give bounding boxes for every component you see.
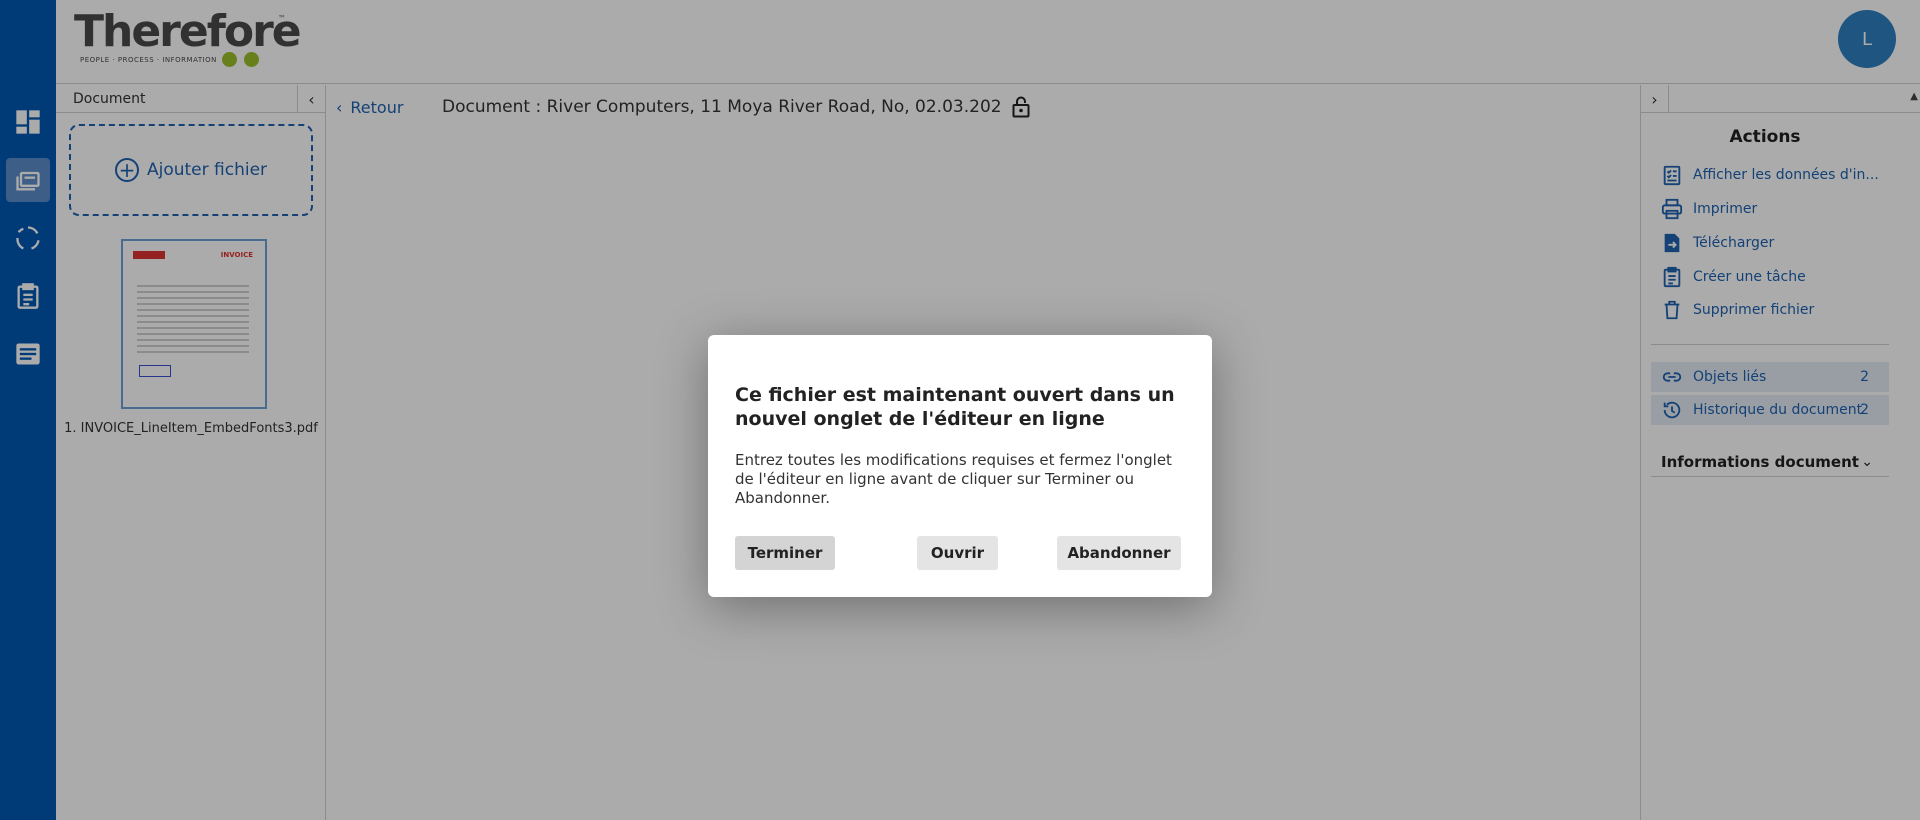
open-button[interactable]: Ouvrir [917,536,998,570]
online-editor-dialog: Ce fichier est maintenant ouvert dans un… [708,335,1212,597]
dialog-title: Ce fichier est maintenant ouvert dans un… [735,384,1175,430]
abandon-button[interactable]: Abandonner [1057,536,1181,570]
finish-button[interactable]: Terminer [735,536,835,570]
dialog-message: Entrez toutes les modifications requises… [735,451,1172,507]
